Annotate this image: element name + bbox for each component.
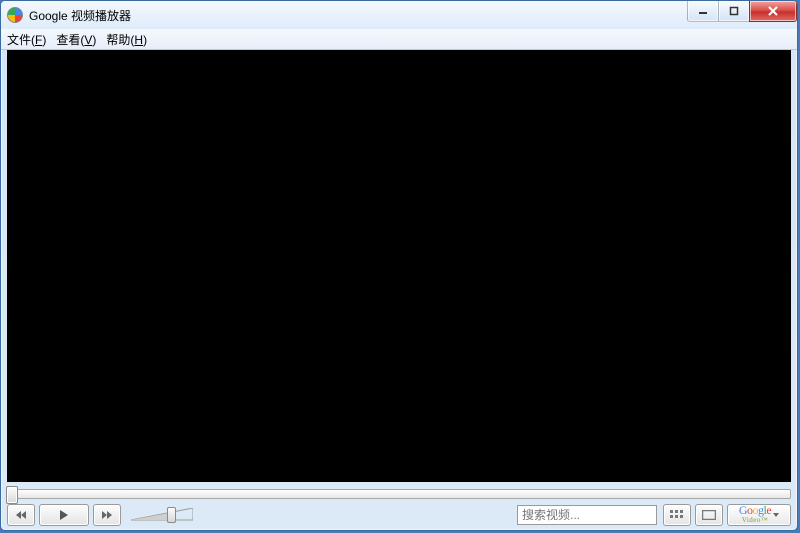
fullscreen-button[interactable] bbox=[695, 504, 723, 526]
volume-slider[interactable] bbox=[131, 508, 193, 522]
maximize-icon bbox=[729, 6, 739, 16]
controls-bar: Google Video™ bbox=[7, 504, 791, 526]
window-title: Google 视频播放器 bbox=[29, 7, 131, 24]
minimize-button[interactable] bbox=[687, 1, 719, 22]
video-canvas[interactable] bbox=[7, 50, 791, 482]
close-icon bbox=[767, 6, 779, 16]
menu-help[interactable]: 帮助(H) bbox=[106, 31, 147, 48]
progress-row bbox=[7, 486, 791, 502]
close-button[interactable] bbox=[749, 1, 797, 22]
menu-file[interactable]: 文件(F) bbox=[7, 31, 46, 48]
google-video-logo: Google Video™ bbox=[739, 506, 771, 525]
previous-button[interactable] bbox=[7, 504, 35, 526]
previous-icon bbox=[15, 510, 27, 520]
app-icon bbox=[7, 7, 23, 23]
menubar: 文件(F) 查看(V) 帮助(H) bbox=[1, 29, 797, 50]
titlebar[interactable]: Google 视频播放器 bbox=[1, 1, 797, 29]
playlist-icon bbox=[670, 510, 684, 520]
menu-view[interactable]: 查看(V) bbox=[56, 31, 96, 48]
maximize-button[interactable] bbox=[718, 1, 750, 22]
play-icon bbox=[59, 509, 69, 521]
playlist-button[interactable] bbox=[663, 504, 691, 526]
app-window: Google 视频播放器 文件(F) 查看(V) 帮助(H) bbox=[0, 0, 798, 531]
seek-slider[interactable] bbox=[7, 489, 791, 499]
volume-track-icon bbox=[131, 508, 193, 522]
seek-thumb[interactable] bbox=[6, 486, 18, 504]
volume-thumb[interactable] bbox=[167, 507, 176, 523]
next-icon bbox=[101, 510, 113, 520]
chevron-down-icon bbox=[773, 512, 779, 518]
minimize-icon bbox=[698, 6, 708, 16]
google-video-button[interactable]: Google Video™ bbox=[727, 504, 791, 526]
fullscreen-icon bbox=[702, 510, 716, 520]
window-controls bbox=[688, 1, 797, 21]
play-button[interactable] bbox=[39, 504, 89, 526]
search-input[interactable] bbox=[517, 505, 657, 525]
next-button[interactable] bbox=[93, 504, 121, 526]
